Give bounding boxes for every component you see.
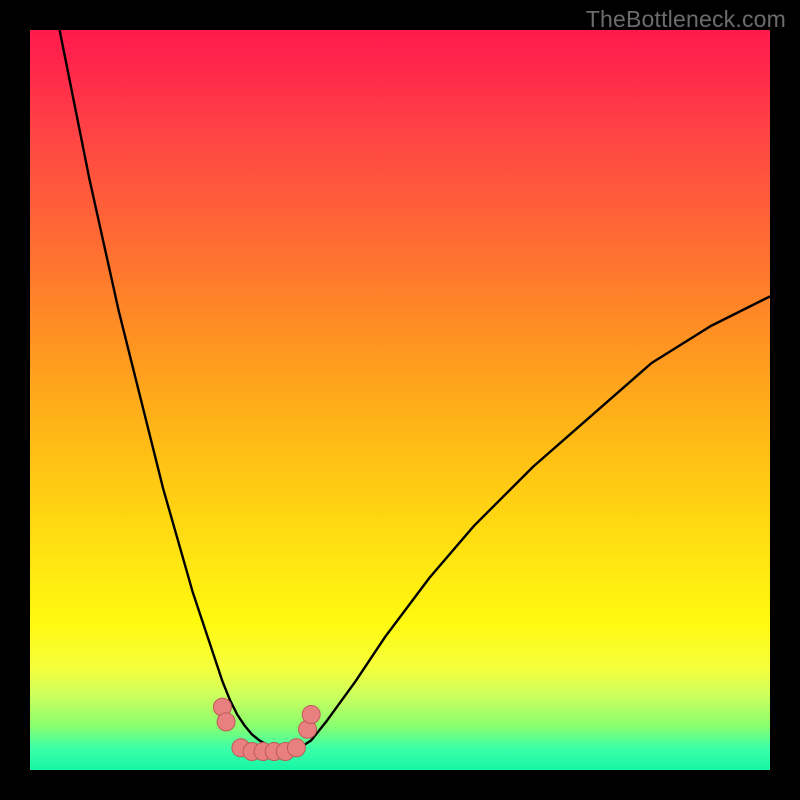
curve-marker (302, 706, 320, 724)
chart-svg (30, 30, 770, 770)
chart-frame: TheBottleneck.com (0, 0, 800, 800)
curve-marker (217, 713, 235, 731)
bottleneck-curve (60, 30, 770, 752)
curve-marker (287, 739, 305, 757)
plot-area (30, 30, 770, 770)
marker-group (213, 698, 320, 760)
watermark-text: TheBottleneck.com (586, 6, 786, 33)
